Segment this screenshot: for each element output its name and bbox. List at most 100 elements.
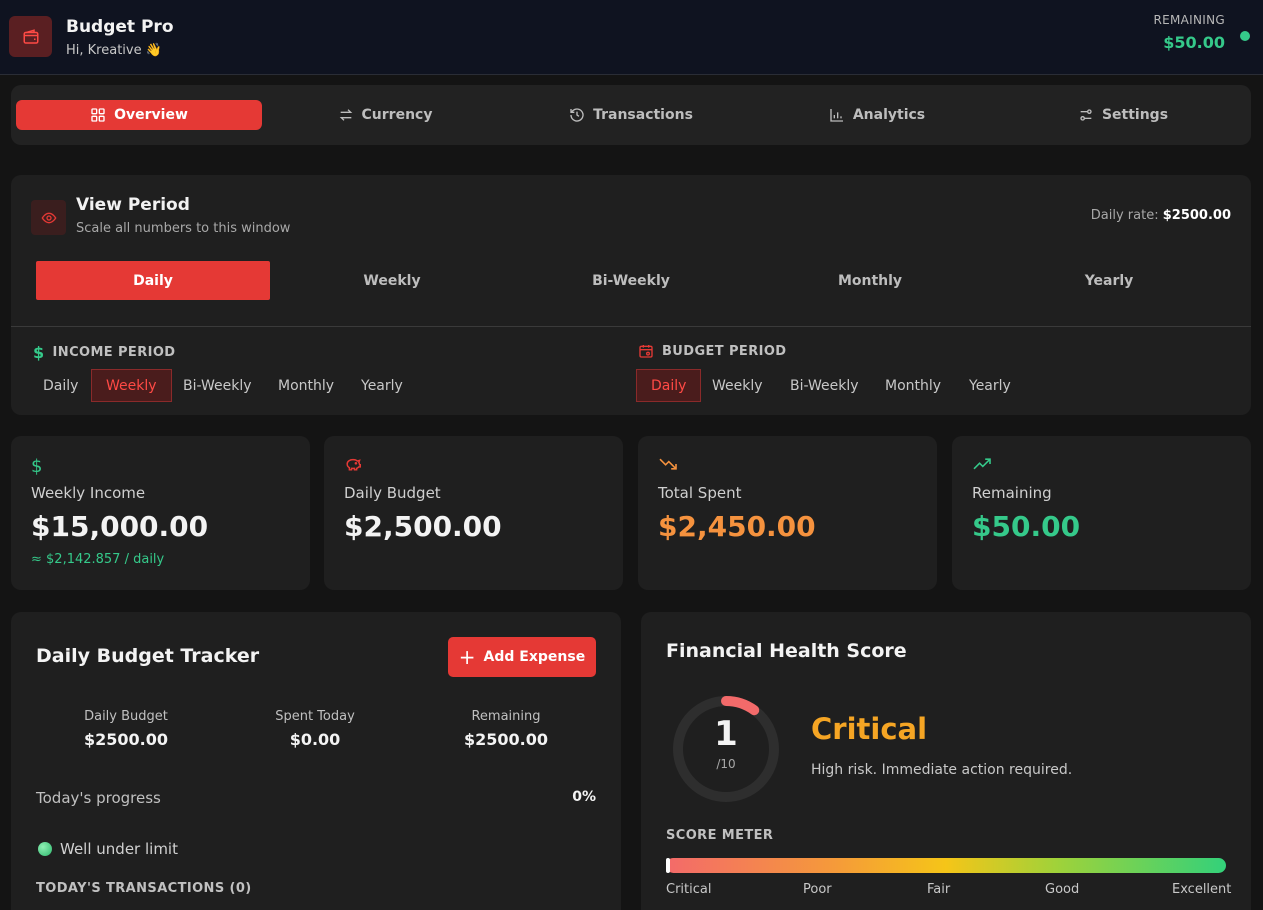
tab-transactions[interactable]: Transactions	[508, 100, 754, 130]
status-dot	[1240, 31, 1250, 41]
tab-overview-label: Overview	[114, 107, 188, 123]
eye-icon	[31, 200, 66, 235]
meter-label-good: Good	[1045, 882, 1080, 897]
tracker-col-label: Daily Budget	[84, 709, 168, 724]
health-status: Critical	[811, 712, 928, 746]
budget-period-label: BUDGET PERIOD	[662, 343, 787, 359]
daily-rate-label: Daily rate:	[1090, 208, 1159, 223]
app-title: Budget Pro	[66, 17, 174, 37]
view-period-monthly[interactable]: Monthly	[753, 261, 987, 300]
stat-label: Daily Budget	[344, 484, 441, 502]
plus-icon: +	[458, 645, 476, 669]
trending-up-icon	[972, 456, 992, 477]
score-meter-marker	[666, 858, 670, 873]
tab-analytics-label: Analytics	[852, 107, 926, 123]
score-number: 1	[714, 714, 738, 754]
tracker-col-label: Remaining	[471, 709, 541, 724]
view-period-card: View Period Scale all numbers to this wi…	[11, 175, 1251, 415]
view-period-biweekly[interactable]: Bi-Weekly	[514, 261, 748, 300]
view-period-title: View Period	[76, 195, 190, 215]
score-meter-bar	[666, 858, 1226, 873]
meter-label-critical: Critical	[666, 882, 712, 897]
tab-currency[interactable]: Currency	[262, 100, 508, 130]
dollar-icon: $	[33, 343, 45, 362]
tracker-title: Daily Budget Tracker	[36, 645, 260, 667]
view-period-weekly[interactable]: Weekly	[275, 261, 509, 300]
budget-period-yearly[interactable]: Yearly	[955, 369, 1025, 402]
tracker-col-label: Spent Today	[275, 709, 355, 724]
stat-label: Remaining	[972, 484, 1052, 502]
health-title: Financial Health Score	[666, 640, 907, 662]
header-remaining-value: $50.00	[1163, 33, 1225, 52]
view-period-yearly[interactable]: Yearly	[992, 261, 1226, 300]
tab-analytics[interactable]: Analytics	[754, 100, 1000, 130]
tab-settings[interactable]: Settings	[1000, 100, 1246, 130]
budget-period-biweekly[interactable]: Bi-Weekly	[776, 369, 873, 402]
income-period-heading: $ INCOME PERIOD	[33, 343, 176, 362]
divider	[11, 326, 1251, 327]
add-expense-button[interactable]: + Add Expense	[448, 637, 596, 677]
main-nav: Overview Currency Transactions Analytics…	[11, 85, 1251, 145]
limit-status: Well under limit	[38, 840, 178, 858]
meter-label-fair: Fair	[927, 882, 951, 897]
app-header: Budget Pro Hi, Kreative 👋 REMAINING $50.…	[0, 0, 1263, 75]
status-indicator-icon	[38, 842, 52, 856]
tracker-col-value: $2500.00	[83, 730, 168, 749]
budget-period-daily[interactable]: Daily	[636, 369, 702, 402]
income-period-weekly[interactable]: Weekly	[91, 369, 172, 402]
tracker-daily-budget: Daily Budget $2500.00	[51, 709, 201, 749]
wallet-icon	[9, 16, 52, 57]
tab-currency-label: Currency	[361, 107, 433, 123]
bar-chart-icon	[830, 109, 843, 122]
stat-value: $15,000.00	[31, 510, 209, 543]
history-icon	[570, 108, 584, 122]
grid-icon	[91, 108, 105, 122]
score-max: /10	[716, 757, 736, 771]
tab-settings-label: Settings	[1101, 107, 1169, 123]
budget-period-monthly[interactable]: Monthly	[871, 369, 955, 402]
income-period-monthly[interactable]: Monthly	[264, 369, 348, 402]
stat-card-budget: Daily Budget $2,500.00	[324, 436, 623, 590]
tracker-remaining: Remaining $2500.00	[431, 709, 581, 749]
stat-card-income: $ Weekly Income $15,000.00 ≈ $2,142.857 …	[11, 436, 310, 590]
greeting: Hi, Kreative 👋	[66, 43, 162, 58]
budget-period-weekly[interactable]: Weekly	[698, 369, 777, 402]
income-period-yearly[interactable]: Yearly	[347, 369, 417, 402]
budget-period-heading: BUDGET PERIOD	[638, 343, 787, 359]
income-period-biweekly[interactable]: Bi-Weekly	[169, 369, 266, 402]
stat-value: $50.00	[972, 510, 1081, 543]
health-description: High risk. Immediate action required.	[811, 762, 1073, 778]
income-period-daily[interactable]: Daily	[29, 369, 92, 402]
tracker-col-value: $0.00	[289, 730, 341, 749]
trending-down-icon	[658, 456, 678, 477]
score-meter-heading: SCORE METER	[666, 828, 774, 843]
add-expense-label: Add Expense	[483, 649, 586, 665]
daily-budget-tracker: Daily Budget Tracker + Add Expense Daily…	[11, 612, 621, 910]
piggy-bank-icon	[344, 456, 362, 477]
dollar-icon: $	[31, 456, 43, 477]
daily-rate-value: $2500.00	[1162, 208, 1231, 223]
calendar-icon	[639, 345, 653, 358]
view-period-subtitle: Scale all numbers to this window	[76, 221, 291, 236]
header-remaining-label: REMAINING	[1153, 13, 1225, 27]
stat-card-spent: Total Spent $2,450.00	[638, 436, 937, 590]
tracker-spent-today: Spent Today $0.00	[240, 709, 390, 749]
progress-value: 0%	[572, 789, 596, 805]
meter-label-poor: Poor	[803, 882, 832, 897]
tracker-col-value: $2500.00	[463, 730, 548, 749]
stat-value: $2,450.00	[658, 510, 816, 543]
stat-label: Total Spent	[658, 484, 742, 502]
stat-subtext: ≈ $2,142.857 / daily	[31, 552, 165, 567]
view-period-daily[interactable]: Daily	[36, 261, 270, 300]
tab-transactions-label: Transactions	[593, 107, 693, 123]
progress-label: Today's progress	[36, 789, 161, 807]
tab-overview[interactable]: Overview	[16, 100, 262, 130]
sliders-icon	[1080, 109, 1092, 121]
income-period-label: INCOME PERIOD	[52, 345, 176, 360]
financial-health-card: Financial Health Score 1 /10 Critical Hi…	[641, 612, 1251, 910]
limit-status-text: Well under limit	[60, 840, 178, 858]
stat-card-remaining: Remaining $50.00	[952, 436, 1251, 590]
exchange-icon	[339, 109, 352, 121]
daily-rate: Daily rate: $2500.00	[1091, 208, 1231, 223]
meter-label-excellent: Excellent	[1172, 882, 1232, 897]
